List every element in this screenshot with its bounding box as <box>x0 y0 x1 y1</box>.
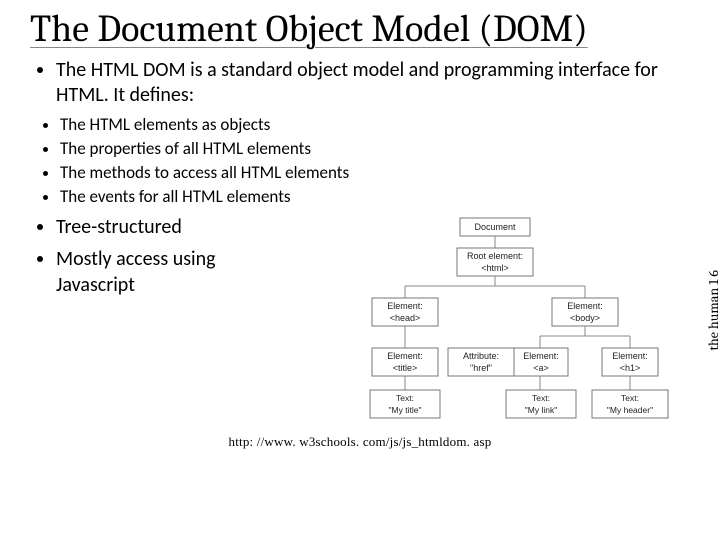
diagram-node-label: Text: <box>621 393 639 403</box>
bullet-item: The HTML elements as objects <box>60 114 690 136</box>
bullet-list-intro: The HTML DOM is a standard object model … <box>30 58 690 108</box>
bullet-item: Mostly access using Javascript <box>56 246 296 298</box>
diagram-node-label: <a> <box>533 363 549 373</box>
diagram-node-label: Element: <box>387 351 423 361</box>
diagram-node-label: Text: <box>532 393 550 403</box>
diagram-node-label: <h1> <box>620 363 641 373</box>
diagram-node-label: <head> <box>390 313 421 323</box>
diagram-node-label: Root element: <box>467 251 523 261</box>
slide-title: The Document Object Model (DOM) <box>30 10 690 50</box>
diagram-node-label: "My title" <box>389 405 422 415</box>
diagram-node-label: <title> <box>393 363 418 373</box>
diagram-node-label: Element: <box>387 301 423 311</box>
bullet-item: Tree-structured <box>56 214 296 240</box>
bullet-list-sub: The HTML elements as objects The propert… <box>30 114 690 208</box>
side-page-label: the human 1 6 <box>706 270 720 351</box>
diagram-node-label: Element: <box>567 301 603 311</box>
bullet-list-lower: Tree-structured Mostly access using Java… <box>30 214 296 304</box>
bullet-item: The methods to access all HTML elements <box>60 162 690 184</box>
diagram-node-label: "My link" <box>525 405 557 415</box>
diagram-node-label: Element: <box>612 351 648 361</box>
diagram-node-label: Document <box>474 222 516 232</box>
bullet-item: The events for all HTML elements <box>60 186 690 208</box>
bullet-item: The properties of all HTML elements <box>60 138 690 160</box>
diagram-node-label: <body> <box>570 313 600 323</box>
bullet-item: The HTML DOM is a standard object model … <box>56 58 690 108</box>
dom-tree-svg: Document Root element: <html> Element: <… <box>310 214 680 424</box>
dom-tree-diagram: Document Root element: <html> Element: <… <box>310 214 690 424</box>
diagram-node-label: Attribute: <box>463 351 499 361</box>
content-row: Tree-structured Mostly access using Java… <box>30 214 690 424</box>
slide: The Document Object Model (DOM) The HTML… <box>0 0 720 540</box>
diagram-node-label: "My header" <box>607 405 653 415</box>
diagram-node-label: "href" <box>470 363 492 373</box>
diagram-node-label: <html> <box>481 263 509 273</box>
source-caption: http: //www. w3schools. com/js/js_htmldo… <box>30 434 690 450</box>
diagram-node-label: Text: <box>396 393 414 403</box>
diagram-node-label: Element: <box>523 351 559 361</box>
